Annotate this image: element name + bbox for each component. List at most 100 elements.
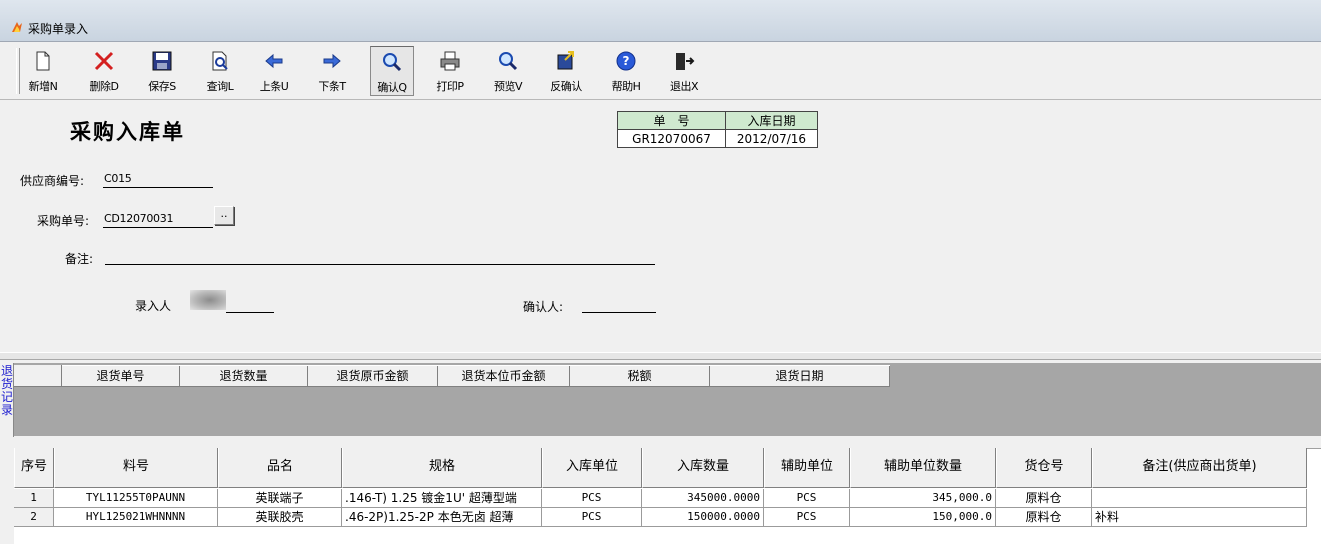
return-col-qty[interactable]: 退货数量 — [180, 366, 308, 387]
entered-by-label: 录入人 — [135, 299, 172, 313]
preview-magnifier-icon — [499, 52, 518, 71]
return-col-date[interactable]: 退货日期 — [710, 366, 890, 387]
col-aux-qty[interactable]: 辅助单位数量 — [850, 448, 996, 488]
return-records-tab-label: 退货记录 — [1, 364, 14, 417]
supplier-label: 供应商编号: — [20, 174, 85, 188]
col-item-name[interactable]: 品名 — [218, 448, 342, 488]
table-row[interactable]: 1 TYL11255T0PAUNN 英联端子 .146-T) 1.25 镀金1U… — [14, 489, 1307, 508]
row-seq: 2 — [14, 508, 54, 527]
delete-button-label: 删除D — [89, 80, 119, 93]
return-col-tax[interactable]: 税额 — [570, 366, 710, 387]
toolbar: 新增N 删除D 保存S 查询L 上条U 下条T 确认Q 打印P 预览V 反确认 … — [0, 44, 1321, 100]
app-flame-icon — [12, 22, 22, 32]
exit-button-label: 退出X — [669, 80, 699, 93]
confirm-button-label: 确认Q — [377, 81, 407, 94]
query-document-icon — [212, 51, 228, 71]
supplier-field[interactable]: C015 — [103, 171, 213, 188]
col-remark[interactable]: 备注(供应商出货单) — [1092, 448, 1307, 488]
toolbar-grip[interactable] — [16, 48, 20, 94]
doc-number-value: GR12070067 — [617, 129, 726, 148]
cell-item-name[interactable]: 英联胶壳 — [218, 508, 342, 527]
return-col-orig-amount[interactable]: 退货原币金额 — [308, 366, 438, 387]
cell-inbound-unit[interactable]: PCS — [542, 489, 642, 508]
cell-inbound-qty[interactable]: 345000.0000 — [642, 489, 764, 508]
doc-number-header: 单 号 — [617, 111, 726, 130]
cell-aux-qty[interactable]: 345,000.0 — [850, 489, 996, 508]
cell-aux-unit[interactable]: PCS — [764, 489, 850, 508]
purchase-entry-window: 采购单录入 新增N 删除D 保存S 查询L 上条U 下条T 确认Q 打印P 预览… — [0, 0, 1321, 544]
return-col-number[interactable]: 退货单号 — [62, 366, 180, 387]
inbound-date-header: 入库日期 — [725, 111, 818, 130]
col-warehouse[interactable]: 货仓号 — [996, 448, 1092, 488]
confirm-button[interactable]: 确认Q — [370, 46, 414, 96]
unconfirm-button[interactable]: 反确认 — [544, 46, 588, 96]
exit-button[interactable]: 退出X — [662, 46, 706, 96]
row-seq: 1 — [14, 489, 54, 508]
po-lookup-button[interactable]: .. — [214, 206, 234, 225]
return-grid-header: 退货单号 退货数量 退货原币金额 退货本位币金额 税额 退货日期 — [62, 365, 890, 387]
confirmed-by-field — [582, 296, 656, 313]
cell-item-name[interactable]: 英联端子 — [218, 489, 342, 508]
cell-remark[interactable] — [1092, 489, 1307, 508]
entered-by-field — [226, 296, 274, 313]
new-button[interactable]: 新增N — [24, 46, 62, 96]
cell-aux-qty[interactable]: 150,000.0 — [850, 508, 996, 527]
panel-splitter[interactable] — [0, 352, 1321, 360]
po-number-label: 采购单号: — [37, 214, 90, 228]
next-button-label: 下条T — [318, 80, 346, 93]
arrow-left-icon — [265, 53, 283, 69]
inbound-date-value: 2012/07/16 — [725, 129, 818, 148]
prev-button[interactable]: 上条U — [254, 46, 294, 96]
window-title: 采购单录入 — [28, 22, 89, 36]
col-spec[interactable]: 规格 — [342, 448, 542, 488]
new-button-label: 新增N — [28, 80, 58, 93]
po-number-field[interactable]: CD12070031 — [103, 211, 213, 228]
cell-aux-unit[interactable]: PCS — [764, 508, 850, 527]
col-seq[interactable]: 序号 — [14, 448, 54, 488]
delete-button[interactable]: 删除D — [82, 46, 126, 96]
query-button-label: 查询L — [206, 80, 234, 93]
cell-spec[interactable]: .46-2P)1.25-2P 本色无卤 超薄 — [342, 508, 542, 527]
cell-spec[interactable]: .146-T) 1.25 镀金1U' 超薄型端 — [342, 489, 542, 508]
save-button-label: 保存S — [148, 80, 176, 93]
return-col-base-amount[interactable]: 退货本位币金额 — [438, 366, 570, 387]
delete-x-icon — [94, 51, 114, 71]
cell-inbound-unit[interactable]: PCS — [542, 508, 642, 527]
document-title: 采购入库单 — [70, 119, 185, 144]
new-document-icon — [36, 51, 50, 71]
remark-field[interactable] — [105, 248, 655, 265]
print-button-label: 打印P — [436, 80, 464, 93]
cell-inbound-qty[interactable]: 150000.0000 — [642, 508, 764, 527]
help-button[interactable]: ? 帮助H — [604, 46, 648, 96]
cell-remark[interactable]: 补料 — [1092, 508, 1307, 527]
cell-warehouse[interactable]: 原料仓 — [996, 508, 1092, 527]
svg-text:?: ? — [623, 54, 630, 68]
title-bar: 采购单录入 — [0, 0, 1321, 42]
confirmed-by-label: 确认人: — [523, 300, 564, 314]
help-button-label: 帮助H — [611, 80, 641, 93]
entered-by-name-redacted — [190, 290, 226, 310]
col-part-number[interactable]: 料号 — [54, 448, 218, 488]
save-button[interactable]: 保存S — [140, 46, 184, 96]
preview-button[interactable]: 预览V — [486, 46, 530, 96]
prev-button-label: 上条U — [259, 80, 289, 93]
next-button[interactable]: 下条T — [312, 46, 352, 96]
cell-part-number[interactable]: TYL11255T0PAUNN — [54, 489, 218, 508]
query-button[interactable]: 查询L — [198, 46, 242, 96]
document-info-table: 单 号 入库日期 GR12070067 2012/07/16 — [617, 111, 818, 148]
remark-label: 备注: — [65, 252, 94, 266]
exit-door-icon — [676, 53, 695, 70]
cell-warehouse[interactable]: 原料仓 — [996, 489, 1092, 508]
unconfirm-icon — [557, 51, 574, 70]
detail-grid-header: 序号 料号 品名 规格 入库单位 入库数量 辅助单位 辅助单位数量 货仓号 备注… — [14, 448, 1307, 488]
unconfirm-button-label: 反确认 — [550, 80, 582, 93]
print-button[interactable]: 打印P — [428, 46, 472, 96]
col-inbound-qty[interactable]: 入库数量 — [642, 448, 764, 488]
col-aux-unit[interactable]: 辅助单位 — [764, 448, 850, 488]
cell-part-number[interactable]: HYL125021WHNNNN — [54, 508, 218, 527]
table-row[interactable]: 2 HYL125021WHNNNN 英联胶壳 .46-2P)1.25-2P 本色… — [14, 508, 1307, 527]
save-disk-icon — [152, 51, 172, 71]
return-records-tab[interactable]: 退货记录 — [0, 363, 14, 437]
arrow-right-icon — [323, 53, 341, 69]
col-inbound-unit[interactable]: 入库单位 — [542, 448, 642, 488]
